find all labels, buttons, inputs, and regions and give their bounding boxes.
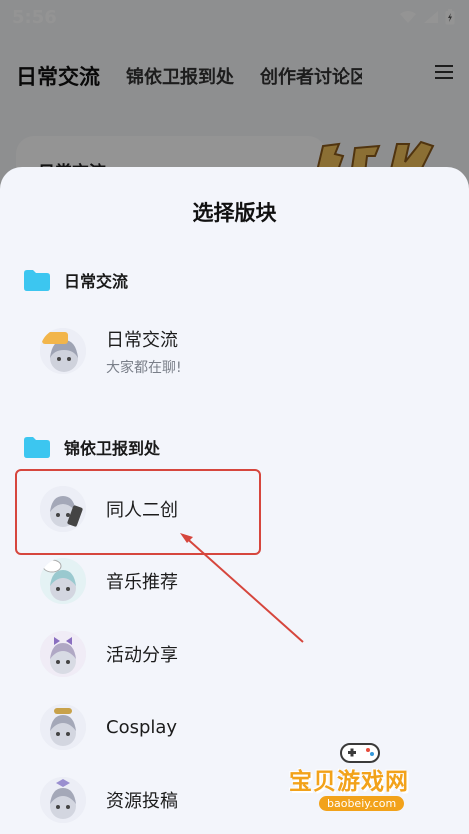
annotation-arrow-icon — [180, 533, 304, 643]
select-board-sheet: 选择版块 日常交流 日常交流 大家都在聊! 锦依卫报到处 同人二创 音乐推荐 活… — [0, 167, 469, 834]
gamepad-icon — [340, 743, 380, 763]
watermark-text: 宝贝游戏网 — [289, 769, 409, 795]
watermark-url: baobeiy.com — [319, 796, 405, 811]
watermark: 宝贝游戏网 baobeiy.com — [289, 740, 439, 820]
